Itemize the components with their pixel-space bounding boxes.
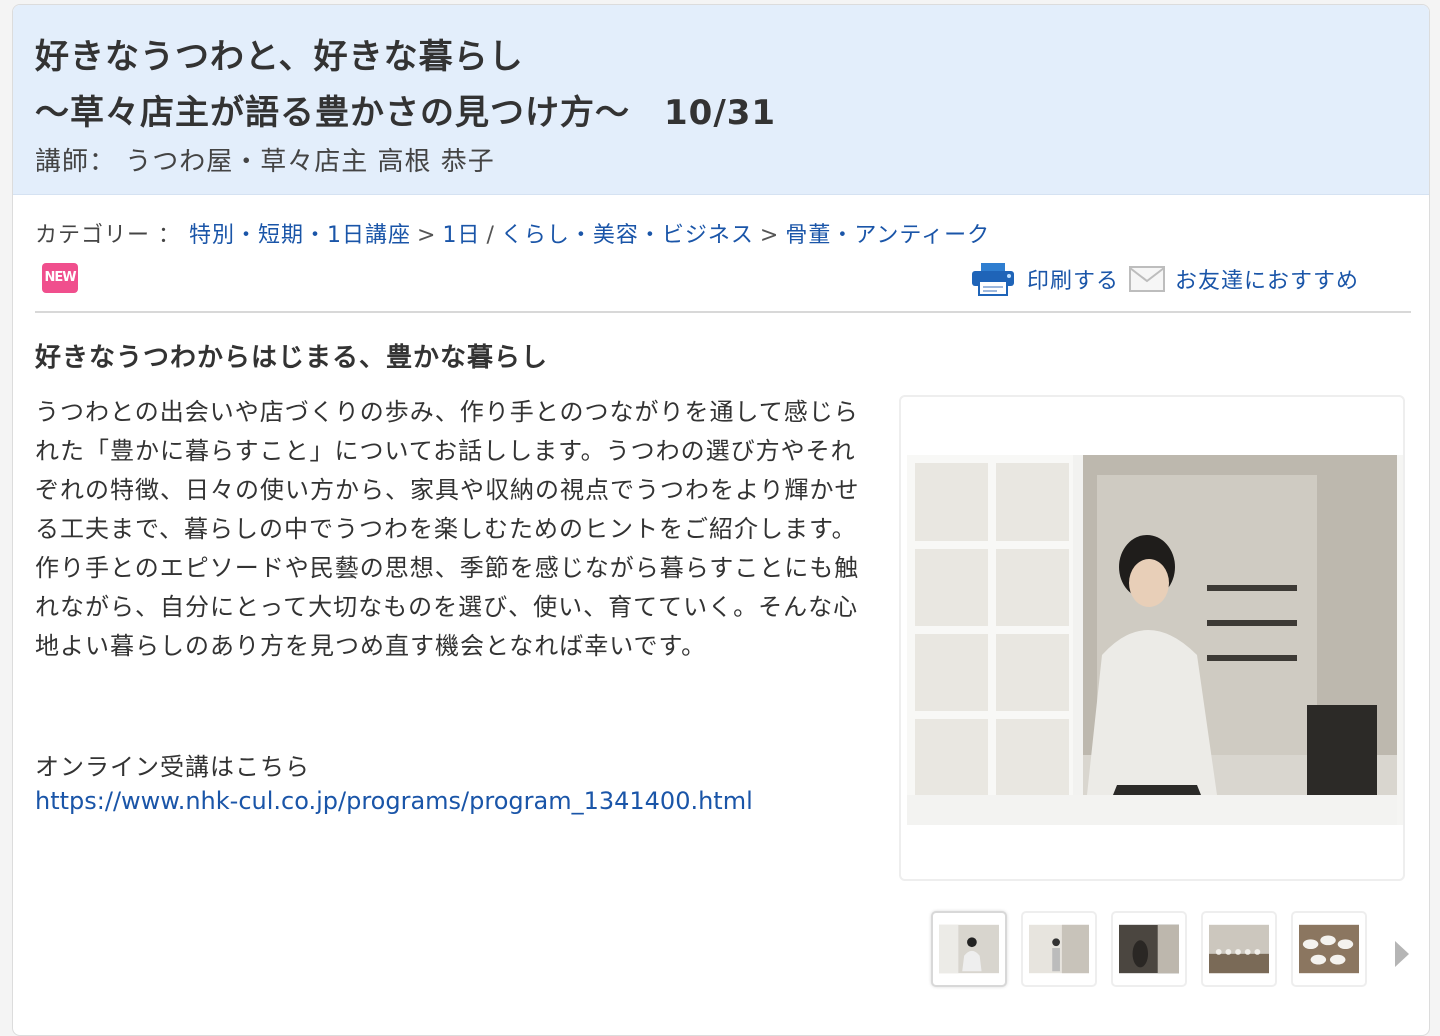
course-card: 好きなうつわと、好きな暮らし 〜草々店主が語る豊かさの見つけ方〜 10/31 講師…: [12, 4, 1430, 1036]
next-arrow-icon[interactable]: [1393, 939, 1411, 969]
breadcrumb-slash: /: [486, 223, 495, 248]
thumbnail[interactable]: [1201, 911, 1277, 987]
breadcrumb-arrow: >: [417, 223, 437, 248]
mail-icon[interactable]: [1129, 266, 1166, 292]
thumbnail-strip: [931, 911, 1367, 987]
lecturer-info: 講師： うつわ屋・草々店主 高根 恭子: [35, 147, 495, 177]
thumbnail-image: [1209, 924, 1269, 974]
thumbnail-image: [1299, 924, 1359, 974]
category-breadcrumb: カテゴリー ： 特別・短期・1日講座 >1日 / くらし・美容・ビジネス > 骨董・アンテ…: [35, 217, 990, 249]
category-link-lifestyle[interactable]: くらし・美容・ビジネス: [501, 223, 754, 248]
thumbnail-image: [1029, 924, 1089, 974]
online-course-link[interactable]: https://www.nhk-cul.co.jp/programs/progr…: [35, 787, 753, 815]
thumbnail[interactable]: [1021, 911, 1097, 987]
recommend-link[interactable]: お友達におすすめ: [1175, 263, 1359, 295]
main-photo-frame: [899, 395, 1405, 881]
breadcrumb-arrow: >: [759, 223, 780, 248]
section-divider: [35, 311, 1411, 313]
description-paragraph: 作り手とのエピソードや民藝の思想、季節を感じながら暮らすことにも触れながら、自分…: [35, 554, 860, 660]
thumbnail[interactable]: [1291, 911, 1367, 987]
category-link-antique[interactable]: 骨董・アンティーク: [785, 223, 990, 248]
course-date: 10/31: [664, 93, 777, 133]
thumbnail-image: [939, 924, 999, 974]
thumbnail[interactable]: [1111, 911, 1187, 987]
category-link-1day[interactable]: 1日: [442, 223, 480, 248]
print-link[interactable]: 印刷する: [1027, 263, 1119, 295]
course-subtitle: 〜草々店主が語る豊かさの見つけ方〜: [35, 93, 630, 133]
course-header: 好きなうつわと、好きな暮らし 〜草々店主が語る豊かさの見つけ方〜 10/31 講師…: [13, 5, 1429, 195]
thumbnail[interactable]: [931, 911, 1007, 987]
content-heading: 好きなうつわからはじまる、豊かな暮らし: [35, 343, 549, 373]
category-label: カテゴリー ：: [35, 223, 181, 248]
course-title-line1: 好きなうつわと、好きな暮らし: [35, 37, 524, 77]
description-paragraph: うつわとの出会いや店づくりの歩み、作り手とのつながりを通して感じられた「豊かに暮…: [35, 398, 860, 543]
online-label: オンライン受講はこちら: [35, 753, 310, 781]
thumbnail-image: [1119, 924, 1179, 974]
category-link-special[interactable]: 特別・短期・1日講座: [189, 223, 411, 248]
course-title-line2: 〜草々店主が語る豊かさの見つけ方〜 10/31: [35, 85, 776, 134]
course-description: うつわとの出会いや店づくりの歩み、作り手とのつながりを通して感じられた「豊かに暮…: [35, 393, 875, 666]
action-links: 印刷する お友達におすすめ: [971, 261, 1359, 297]
printer-icon[interactable]: [971, 262, 1015, 296]
lecturer-photo: [907, 455, 1403, 825]
new-badge: NEW: [42, 263, 78, 293]
